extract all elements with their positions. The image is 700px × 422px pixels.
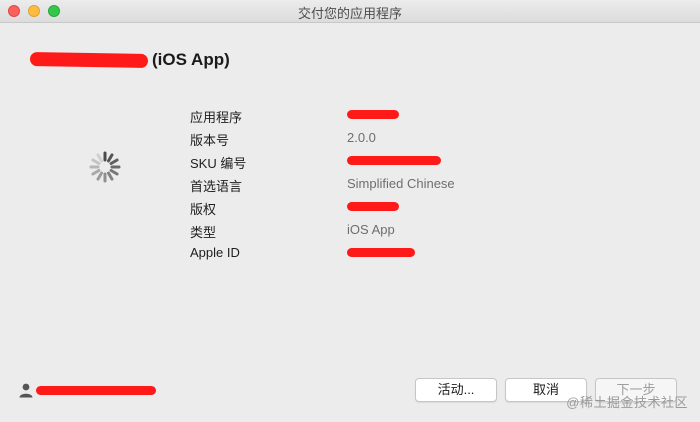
info-label: Apple ID	[190, 245, 240, 260]
account-name-redaction	[36, 385, 156, 395]
user-icon	[19, 383, 33, 398]
account-indicator	[18, 382, 156, 398]
info-value-redacted	[347, 199, 399, 214]
info-value-redacted	[347, 245, 415, 260]
info-label: 类型	[190, 225, 217, 240]
app-type-suffix: (iOS App)	[152, 50, 230, 69]
info-row-apple-id: Apple ID	[190, 242, 510, 265]
spinner-icon	[89, 151, 121, 183]
app-info-list: 应用程序 版本号 2.0.0 SKU 编号 首选语言 Simplified Ch…	[190, 104, 510, 265]
info-label: SKU 编号	[190, 156, 247, 171]
info-value-redacted	[347, 107, 399, 122]
info-row-type: 类型 iOS App	[190, 219, 510, 242]
info-row-sku: SKU 编号	[190, 150, 510, 173]
app-heading: (iOS App)	[29, 50, 230, 70]
info-label: 首选语言	[190, 179, 243, 194]
info-value: 2.0.0	[347, 130, 376, 145]
info-row-language: 首选语言 Simplified Chinese	[190, 173, 510, 196]
activity-button[interactable]: 活动...	[415, 378, 497, 402]
info-label: 版权	[190, 202, 217, 217]
info-label: 应用程序	[190, 110, 243, 125]
deliver-app-window: 交付您的应用程序 (iOS App) 应用程序 版本号 2.0.0 SKU 编号…	[0, 0, 700, 422]
info-row-version: 版本号 2.0.0	[190, 127, 510, 150]
app-name-redaction	[29, 51, 149, 69]
watermark: @稀土掘金技术社区	[566, 395, 688, 410]
window-title: 交付您的应用程序	[297, 6, 402, 21]
info-row-app: 应用程序	[190, 104, 510, 127]
info-value: Simplified Chinese	[347, 176, 455, 191]
info-value-redacted	[347, 153, 441, 168]
info-value: iOS App	[347, 222, 395, 237]
info-row-copyright: 版权	[190, 196, 510, 219]
title-bar: 交付您的应用程序	[0, 0, 700, 23]
info-label: 版本号	[190, 133, 230, 148]
